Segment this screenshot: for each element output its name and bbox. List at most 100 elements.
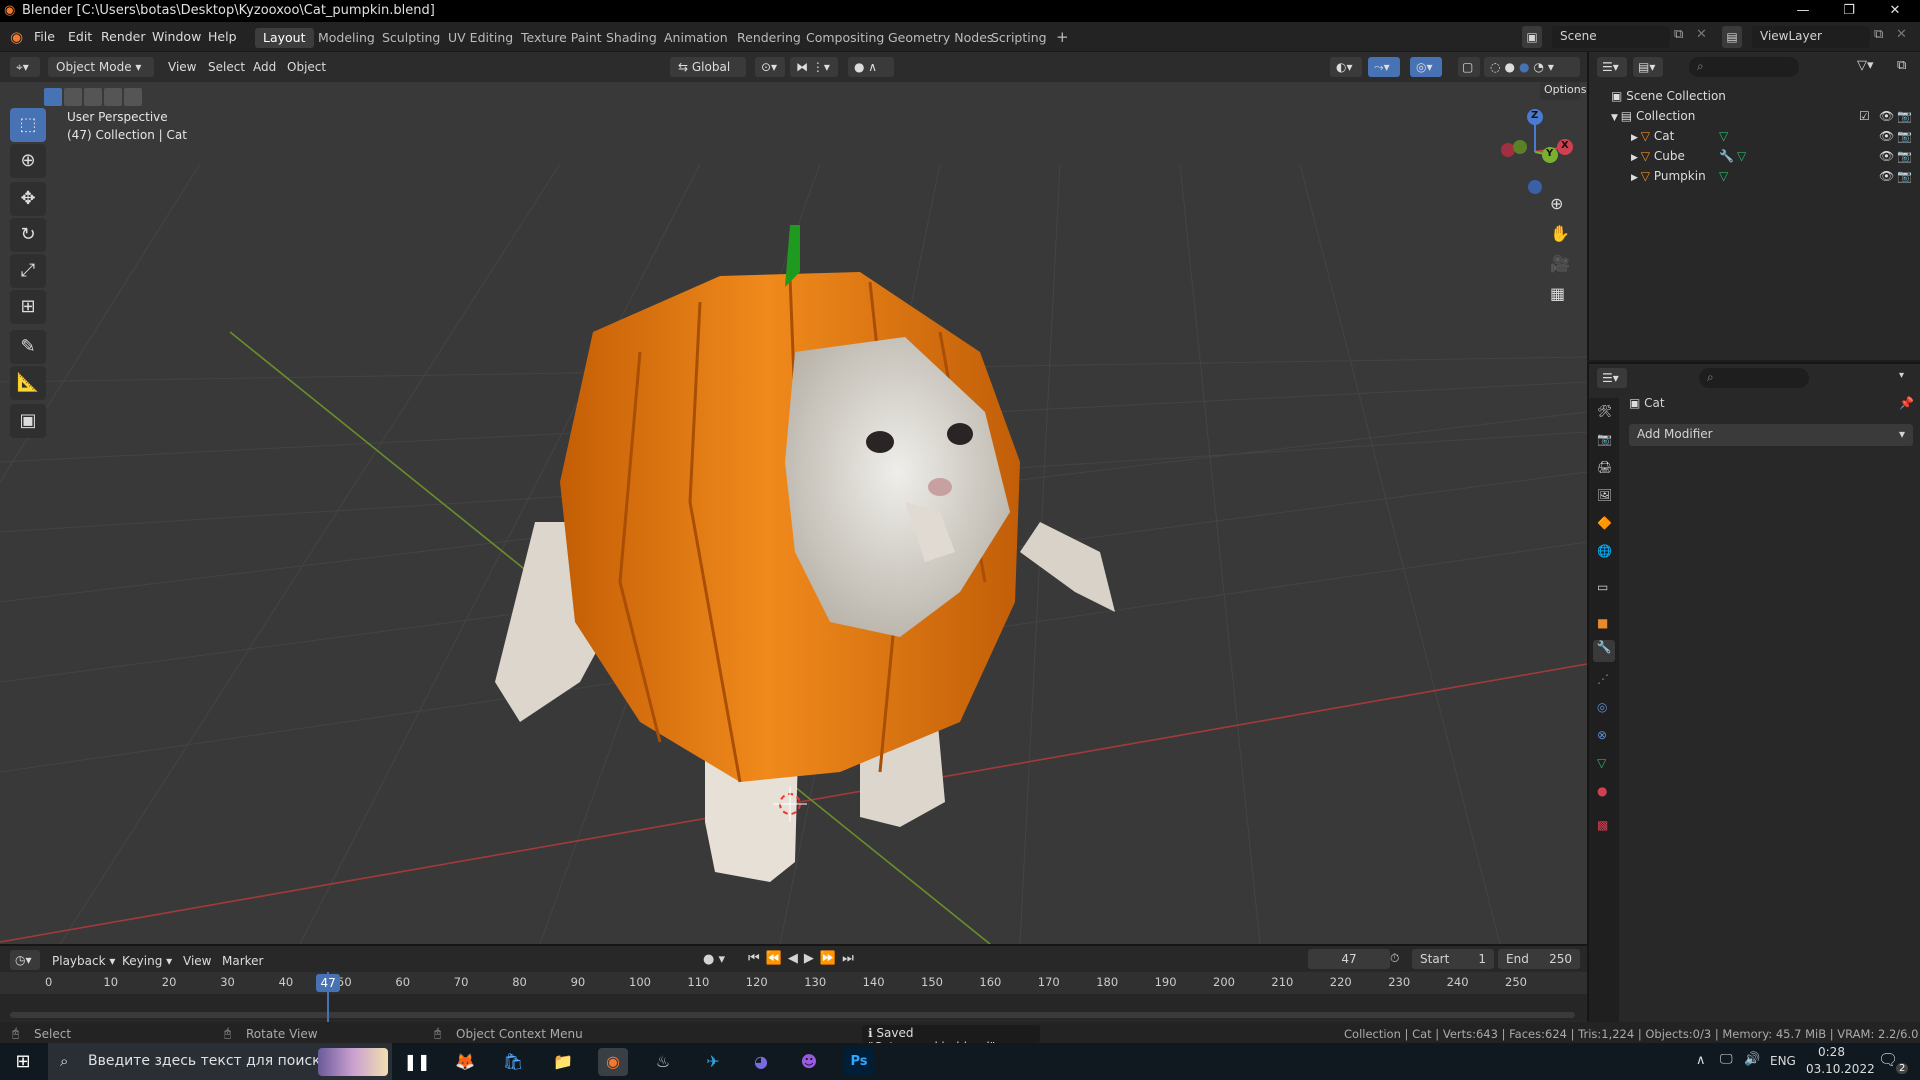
clock-time[interactable]: 0:28	[1818, 1045, 1845, 1059]
rotate-tool-icon[interactable]: ↻	[10, 218, 46, 252]
collection-checkbox-icon[interactable]: ☑	[1859, 106, 1870, 126]
cube-camera-icon[interactable]: 📷	[1897, 146, 1912, 166]
view-layer-tab-icon[interactable]: 🖼	[1597, 488, 1612, 502]
menu-edit[interactable]: Edit	[68, 29, 92, 44]
volume-icon[interactable]: 🔊	[1744, 1052, 1760, 1067]
collection-tab-icon[interactable]: ▭	[1597, 580, 1608, 594]
timeline-menu-keying[interactable]: Keying ▾	[122, 954, 172, 968]
render-tab-icon[interactable]: 📷	[1597, 432, 1612, 446]
scene-tab-icon[interactable]: 🔶	[1597, 516, 1612, 530]
outliner-item-cat[interactable]: ▶ ▽ Cat ▽ 👁 📷	[1631, 126, 1912, 146]
select-box-tool-icon[interactable]: ⬚	[10, 108, 46, 142]
cursor-tool-icon[interactable]: ⊕	[10, 144, 46, 178]
outliner-scene-collection[interactable]: ▣ Scene Collection	[1611, 86, 1726, 106]
material-tab-icon[interactable]: ●	[1597, 784, 1607, 798]
world-tab-icon[interactable]: 🌐	[1597, 544, 1612, 558]
taskbar-search-box[interactable]: ⌕ Введите здесь текст для поиска	[48, 1043, 392, 1080]
tab-modeling[interactable]: Modeling	[310, 28, 383, 48]
menu-object[interactable]: Object	[287, 60, 326, 74]
delete-scene-icon[interactable]: ✕	[1696, 27, 1707, 42]
file-explorer-icon[interactable]: 📁	[548, 1048, 578, 1076]
viewlayer-browse-icon[interactable]: ▤	[1722, 26, 1742, 48]
shading-modes[interactable]: ◌●●◔▾	[1484, 57, 1580, 77]
physics-tab-icon[interactable]: ◎	[1597, 700, 1607, 714]
visibility-icon[interactable]: ◐▾	[1330, 57, 1362, 77]
navigation-gizmo[interactable]: Z X Y	[1490, 107, 1580, 197]
new-collection-icon[interactable]: ⧉	[1897, 58, 1906, 73]
cat-eye-icon[interactable]: 👁	[1879, 126, 1894, 146]
scene-browse-icon[interactable]: ▣	[1522, 26, 1542, 48]
measure-tool-icon[interactable]: 📐	[10, 366, 46, 400]
tab-texture-paint[interactable]: Texture Paint	[513, 28, 610, 48]
new-scene-icon[interactable]: ⧉	[1674, 27, 1683, 42]
menu-add[interactable]: Add	[253, 60, 276, 74]
stopwatch-icon[interactable]: ⏱	[1390, 951, 1399, 966]
blender-taskbar-icon[interactable]: ◉	[598, 1048, 628, 1076]
transform-tool-icon[interactable]: ⊞	[10, 290, 46, 324]
playback-controls[interactable]: ⏮⏪◀▶⏩⏭	[748, 951, 860, 966]
tab-uv-editing[interactable]: UV Editing	[440, 28, 521, 48]
new-viewlayer-icon[interactable]: ⧉	[1874, 27, 1883, 42]
close-button[interactable]: ✕	[1872, 0, 1918, 22]
select-intersect-icon[interactable]	[124, 88, 142, 106]
firefox-icon[interactable]: 🦊	[450, 1048, 480, 1076]
discord-icon[interactable]: ◕	[746, 1048, 776, 1076]
zoom-icon[interactable]: ⊕	[1550, 194, 1563, 213]
move-tool-icon[interactable]: ✥	[10, 182, 46, 216]
constraints-tab-icon[interactable]: ⊗	[1597, 728, 1607, 742]
clock-date[interactable]: 03.10.2022	[1806, 1062, 1875, 1076]
tab-animation[interactable]: Animation	[656, 28, 736, 48]
pin-icon[interactable]: 📌	[1899, 396, 1914, 410]
annotate-tool-icon[interactable]: ✎	[10, 330, 46, 364]
overlay-toggle-icon[interactable]: ◎▾	[1410, 57, 1442, 77]
tab-rendering[interactable]: Rendering	[729, 28, 809, 48]
select-subtract-icon[interactable]	[84, 88, 102, 106]
timeline-menu-marker[interactable]: Marker	[222, 954, 263, 968]
3d-viewport[interactable]: User Perspective (47) Collection | Cat O…	[0, 82, 1587, 944]
tab-compositing[interactable]: Compositing	[798, 28, 892, 48]
cube-expand-icon[interactable]: ▶	[1631, 153, 1641, 163]
steam-icon[interactable]: ♨	[648, 1048, 678, 1076]
cube-eye-icon[interactable]: 👁	[1879, 146, 1894, 166]
object-tab-icon[interactable]: ■	[1597, 616, 1608, 630]
outliner-search-icon[interactable]: ⌕	[1689, 57, 1799, 77]
tab-scripting[interactable]: Scripting	[983, 28, 1055, 48]
cat-mesh-data-icon[interactable]: ▽	[1719, 126, 1728, 146]
photoshop-icon[interactable]: Ps	[844, 1048, 874, 1076]
blender-menu-icon[interactable]: ◉	[10, 28, 23, 46]
start-frame-field[interactable]: Start 1	[1412, 949, 1494, 969]
select-new-icon[interactable]	[44, 88, 62, 106]
options-dropdown[interactable]: Options	[1540, 82, 1586, 100]
telegram-icon[interactable]: ✈	[698, 1048, 728, 1076]
data-tab-icon[interactable]: ▽	[1597, 756, 1606, 770]
language-indicator[interactable]: ENG	[1770, 1054, 1796, 1068]
maximize-button[interactable]: ❐	[1826, 0, 1872, 22]
outliner-collection[interactable]: ▼ ▤ Collection ☑ 👁 📷	[1611, 106, 1912, 126]
gizmo-toggle-icon[interactable]: ⤳▾	[1368, 57, 1400, 77]
editor-type-icon[interactable]: ⌖▾	[10, 57, 40, 77]
texture-tab-icon[interactable]: ▩	[1597, 818, 1608, 832]
outliner-editor-type-icon[interactable]: ☰▾	[1597, 57, 1627, 77]
pumpkin-eye-icon[interactable]: 👁	[1879, 166, 1894, 186]
camera-view-icon[interactable]: 🎥	[1550, 254, 1570, 273]
collection-eye-icon[interactable]: 👁	[1879, 106, 1894, 126]
collection-camera-icon[interactable]: 📷	[1897, 106, 1912, 126]
timeline-scrollbar[interactable]	[10, 1012, 1575, 1018]
pumpkin-camera-icon[interactable]: 📷	[1897, 166, 1912, 186]
mode-dropdown[interactable]: Object Mode ▾	[48, 57, 154, 77]
add-workspace-icon[interactable]: +	[1048, 26, 1077, 46]
menu-select[interactable]: Select	[208, 60, 245, 74]
menu-window[interactable]: Window	[152, 29, 201, 44]
tab-layout[interactable]: Layout	[255, 28, 314, 48]
scene-field[interactable]: Scene	[1552, 26, 1670, 48]
end-frame-field[interactable]: End 250	[1498, 949, 1580, 969]
scale-tool-icon[interactable]: ⤢	[10, 254, 46, 288]
status-saved-report[interactable]: ℹ Saved "Cat_pumpkin.blend"	[862, 1025, 1040, 1054]
tool-tab-icon[interactable]: 🛠	[1597, 404, 1612, 418]
select-extend-icon[interactable]	[64, 88, 82, 106]
cube-modifier-wrench-icon[interactable]: 🔧	[1719, 146, 1734, 166]
menu-file[interactable]: File	[34, 29, 55, 44]
properties-search-icon[interactable]: ⌕	[1699, 368, 1809, 388]
select-invert-icon[interactable]	[104, 88, 122, 106]
cube-mesh-data-icon[interactable]: ▽	[1737, 146, 1746, 166]
